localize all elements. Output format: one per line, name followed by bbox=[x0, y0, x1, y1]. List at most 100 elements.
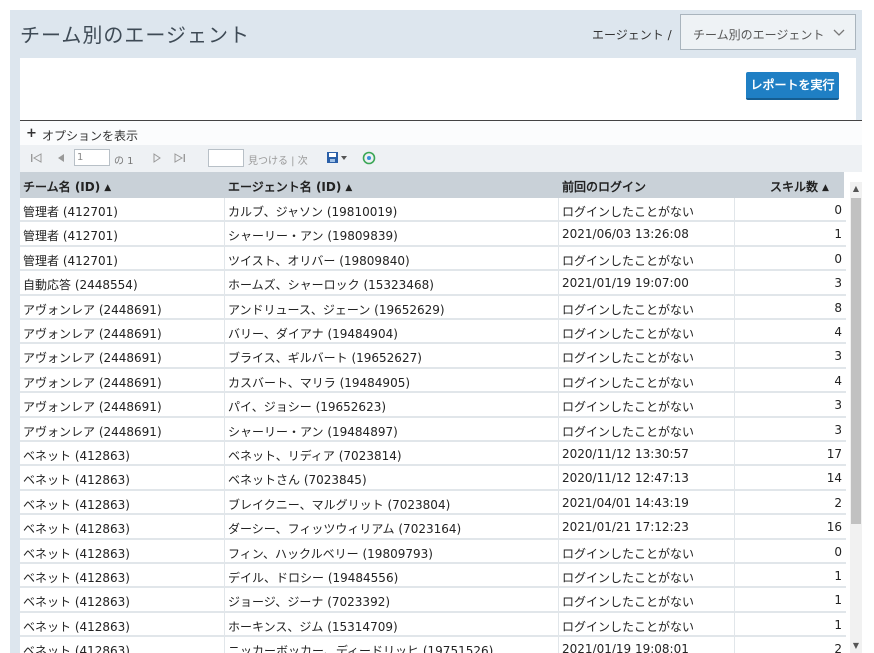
column-divider bbox=[224, 466, 225, 491]
cell-skills: 16 bbox=[826, 520, 842, 535]
cell-login: ログインしたことがない bbox=[562, 619, 695, 634]
table-row[interactable]: 管理者 (412701) シャーリー・アン (19809839) 2021/06/0… bbox=[20, 222, 846, 247]
cell-team: 管理者 (412701) bbox=[23, 253, 118, 268]
find-next-link[interactable]: 見つける | 次 bbox=[248, 152, 308, 167]
cell-login: ログインしたことがない bbox=[562, 351, 695, 366]
table-row[interactable]: 管理者 (412701) カルブ、ジャソン (19810019) ログインしたことが… bbox=[20, 198, 846, 223]
column-divider bbox=[224, 588, 225, 613]
cell-team: 管理者 (412701) bbox=[23, 205, 118, 219]
column-header-skills[interactable]: スキル数 ▲ bbox=[770, 178, 829, 195]
cell-agent: ブレイクニー、マルグリット (7023804) bbox=[228, 497, 451, 512]
cell-team: 管理者 (412701) bbox=[23, 229, 118, 244]
cell-login: ログインしたことがない bbox=[562, 424, 695, 439]
table-row[interactable]: ベネット (412863) デイル、ドロシー (19484556) ログインしたこと… bbox=[20, 564, 846, 589]
column-header-team[interactable]: チーム名 (ID) ▲ bbox=[23, 178, 111, 195]
options-toggle[interactable]: + オプションを表示 bbox=[20, 120, 862, 145]
table-row[interactable]: アヴォンレア (2448691) アンドリュース、ジェーン (19652629) ロ… bbox=[20, 295, 846, 320]
cell-team: アヴォンレア (2448691) bbox=[23, 302, 162, 317]
column-divider bbox=[734, 320, 735, 344]
cell-team: アヴォンレア (2448691) bbox=[23, 351, 162, 366]
cell-login: 2021/01/21 17:12:23 bbox=[562, 520, 689, 535]
table-row[interactable]: ベネット (412863) ブレイクニー、マルグリット (7023804) 2021… bbox=[20, 490, 846, 516]
breadcrumb[interactable]: エージェント / bbox=[592, 26, 672, 43]
cell-agent: バリー、ダイアナ (19484904) bbox=[228, 327, 398, 341]
sort-icon: ▲ bbox=[822, 183, 829, 193]
report-pager: 1 の 1 見つける | 次 bbox=[20, 145, 862, 172]
column-divider bbox=[224, 442, 225, 466]
column-divider bbox=[558, 637, 559, 653]
cell-agent: アンドリュース、ジェーン (19652629) bbox=[228, 302, 445, 317]
cell-team: アヴォンレア (2448691) bbox=[23, 375, 162, 390]
table-row[interactable]: ベネット (412863) ベネットさん (7023845) 2020/11/12 … bbox=[20, 466, 846, 491]
cell-login: 2020/11/12 13:30:57 bbox=[562, 447, 689, 461]
column-divider bbox=[224, 344, 225, 369]
page-header: チーム別のエージェント エージェント / チーム別のエージェント bbox=[10, 10, 862, 58]
column-divider bbox=[558, 295, 559, 320]
cell-skills: 3 bbox=[834, 398, 842, 413]
table-row[interactable]: アヴォンレア (2448691) シャーリー・アン (19484897) ログインし… bbox=[20, 417, 846, 442]
refresh-icon[interactable] bbox=[362, 151, 376, 165]
export-save-icon[interactable] bbox=[326, 151, 348, 165]
column-divider bbox=[224, 417, 225, 442]
table-row[interactable]: ベネット (412863) ダーシー、フィッツウィリアム (7023164) 202… bbox=[20, 515, 846, 540]
table-row[interactable]: アヴォンレア (2448691) パイ、ジョシー (19652623) ログインした… bbox=[20, 393, 846, 418]
table-row[interactable]: ベネット (412863) フィン、ハックルベリー (19809793) ログインし… bbox=[20, 539, 846, 564]
plus-icon: + bbox=[26, 126, 37, 141]
column-divider bbox=[224, 612, 225, 637]
table-row[interactable]: ベネット (412863) ベネット、リディア (7023814) 2020/11/… bbox=[20, 442, 846, 467]
table-row[interactable]: ベネット (412863) ジョージ、ジーナ (7023392) ログインしたことが… bbox=[20, 588, 846, 613]
cell-agent: ベネット、リディア (7023814) bbox=[228, 449, 402, 463]
cell-agent: シャーリー・アン (19809839) bbox=[228, 229, 398, 244]
scroll-up-icon[interactable]: ▲ bbox=[852, 185, 860, 193]
table-row[interactable]: ベネット (412863) ニッカーボッカー、ディードリッヒ (19751526)… bbox=[20, 637, 846, 653]
cell-login: 2020/11/12 12:47:13 bbox=[562, 471, 689, 486]
column-divider bbox=[558, 271, 559, 296]
column-divider bbox=[734, 271, 735, 296]
column-divider bbox=[734, 222, 735, 247]
column-divider bbox=[558, 393, 559, 418]
column-divider bbox=[224, 564, 225, 588]
page-number-input[interactable]: 1 bbox=[74, 149, 110, 166]
column-divider bbox=[734, 490, 735, 515]
column-divider bbox=[734, 539, 735, 564]
column-divider bbox=[734, 515, 735, 540]
cell-login: ログインしたことがない bbox=[562, 571, 695, 585]
cell-agent: ニッカーボッカー、ディードリッヒ (19751526) bbox=[228, 644, 494, 653]
next-page-icon[interactable] bbox=[152, 153, 162, 163]
previous-page-icon[interactable] bbox=[56, 153, 66, 163]
column-divider bbox=[224, 393, 225, 418]
cell-team: ベネット (412863) bbox=[23, 473, 130, 488]
sort-icon: ▲ bbox=[345, 183, 353, 193]
column-header-login[interactable]: 前回のログイン bbox=[562, 178, 646, 195]
vertical-scrollbar[interactable]: ▲ ▼ bbox=[850, 182, 862, 653]
cell-skills: 0 bbox=[834, 203, 842, 217]
table-row[interactable]: 自動応答 (2448554) ホームズ、シャーロック (15323468) 2021… bbox=[20, 271, 846, 296]
run-report-button[interactable]: レポートを実行 bbox=[746, 72, 839, 100]
table-row[interactable]: ベネット (412863) ホーキンス、ジム (15314709) ログインしたこと… bbox=[20, 612, 846, 638]
find-input[interactable] bbox=[208, 149, 244, 167]
column-divider bbox=[558, 368, 559, 393]
cell-agent: フィン、ハックルベリー (19809793) bbox=[228, 546, 433, 561]
cell-team: ベネット (412863) bbox=[23, 522, 130, 537]
last-page-icon[interactable] bbox=[174, 153, 186, 163]
report-action-panel: レポートを実行 bbox=[20, 58, 856, 120]
cell-agent: ジョージ、ジーナ (7023392) bbox=[228, 595, 391, 610]
column-divider bbox=[224, 222, 225, 247]
scrollbar-thumb[interactable] bbox=[851, 198, 861, 524]
cell-team: ベネット (412863) bbox=[23, 571, 130, 585]
cell-team: アヴォンレア (2448691) bbox=[23, 400, 162, 415]
cell-agent: シャーリー・アン (19484897) bbox=[228, 424, 398, 439]
table-row[interactable]: アヴォンレア (2448691) カスバート、マリラ (19484905) ログイン… bbox=[20, 368, 846, 394]
first-page-icon[interactable] bbox=[30, 153, 42, 163]
scroll-down-icon[interactable]: ▼ bbox=[852, 642, 860, 650]
column-divider bbox=[558, 222, 559, 247]
table-row[interactable]: 管理者 (412701) ツイスト、オリバー (19809840) ログインしたこと… bbox=[20, 246, 846, 272]
cell-agent: デイル、ドロシー (19484556) bbox=[228, 571, 399, 585]
column-divider bbox=[558, 515, 559, 540]
table-row[interactable]: アヴォンレア (2448691) ブライス、ギルバート (19652627) ログイ… bbox=[20, 344, 846, 369]
report-select[interactable]: チーム別のエージェント bbox=[680, 14, 856, 50]
cell-skills: 4 bbox=[834, 373, 842, 388]
column-header-agent[interactable]: エージェント名 (ID) ▲ bbox=[228, 178, 352, 195]
table-row[interactable]: アヴォンレア (2448691) バリー、ダイアナ (19484904) ログインし… bbox=[20, 320, 846, 345]
cell-team: ベネット (412863) bbox=[23, 497, 130, 512]
